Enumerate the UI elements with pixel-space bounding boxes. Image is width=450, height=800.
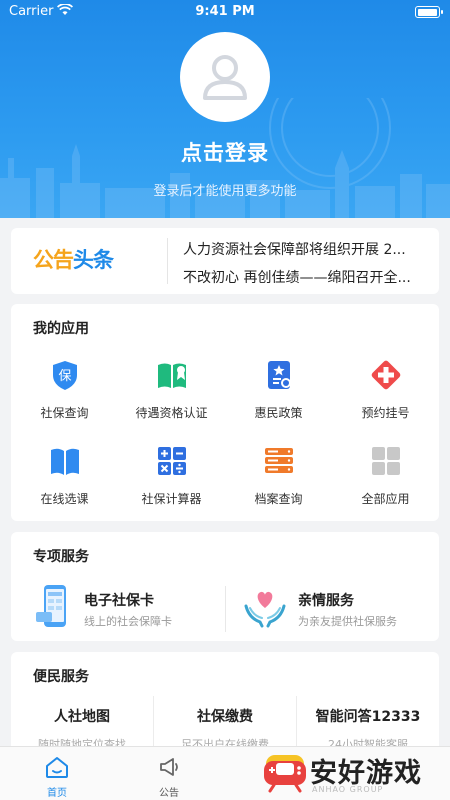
calculator-icon — [157, 447, 186, 475]
app-all-apps[interactable]: 全部应用 — [332, 444, 439, 507]
archive-icon — [264, 448, 293, 473]
phone-card-icon — [36, 585, 66, 627]
divider — [167, 238, 168, 284]
megaphone-icon — [160, 758, 178, 776]
special-services-card: 专项服务 电子社保卡 线上的社会保障卡 亲情服务 为亲友提供社保服务 — [11, 532, 439, 641]
notice-item[interactable]: 不改初心 再创佳绩——绵阳召开全... — [183, 267, 429, 287]
site-watermark: 安好游戏 ANHAO GROUP — [262, 747, 450, 800]
login-subtitle: 登录后才能使用更多功能 — [153, 184, 297, 199]
medical-cross-icon — [371, 360, 400, 390]
svg-text:保: 保 — [58, 369, 71, 384]
login-button[interactable]: 点击登录 — [0, 137, 450, 167]
section-title: 专项服务 — [33, 549, 89, 565]
family-service[interactable]: 亲情服务 为亲友提供社保服务 — [226, 578, 439, 632]
app-social-security-query[interactable]: 保 社保查询 — [11, 358, 118, 421]
app-social-security-calculator[interactable]: 社保计算器 — [118, 444, 225, 507]
status-bar: Carrier 9:41 PM — [0, 0, 450, 24]
tab-announcements[interactable]: 公告 — [139, 755, 199, 799]
e-social-security-card-service[interactable]: 电子社保卡 线上的社会保障卡 — [11, 578, 225, 632]
app-benefit-qualification[interactable]: 待遇资格认证 — [118, 358, 225, 421]
watermark-subtext: ANHAO GROUP — [312, 785, 384, 794]
app-appointment-registration[interactable]: 预约挂号 — [332, 358, 439, 421]
app-benefit-policy[interactable]: 惠民政策 — [225, 358, 332, 421]
section-title: 我的应用 — [33, 321, 89, 337]
home-icon — [46, 757, 68, 778]
game-controller-logo-icon — [264, 755, 306, 793]
header-banner: Carrier 9:41 PM 点击登录 登录后才能使用更多功能 — [0, 0, 450, 218]
open-book-icon — [50, 448, 79, 475]
app-online-courses[interactable]: 在线选课 — [11, 444, 118, 507]
my-apps-card: 我的应用 保 社保查询 待遇资格认证 惠民政策 预约挂号 在线选课 社保计算器 … — [11, 304, 439, 521]
notice-item[interactable]: 人力资源社会保障部将组织开展 2... — [183, 239, 429, 259]
app-archive-query[interactable]: 档案查询 — [225, 444, 332, 507]
battery-level — [417, 8, 437, 16]
user-silhouette-icon — [203, 55, 247, 100]
grid-icon — [371, 447, 400, 475]
policy-doc-icon — [267, 361, 291, 389]
tab-home[interactable]: 首页 — [27, 755, 87, 799]
shield-icon: 保 — [52, 361, 77, 390]
avatar[interactable] — [180, 32, 270, 122]
notice-headline-logo: 公告头条 — [33, 248, 114, 272]
section-title: 便民服务 — [33, 669, 89, 685]
heart-hands-icon — [244, 591, 286, 628]
status-time: 9:41 PM — [195, 4, 255, 19]
notice-card: 公告头条 人力资源社会保障部将组织开展 2... 不改初心 再创佳绩——绵阳召开… — [11, 228, 439, 294]
battery-icon — [415, 6, 443, 18]
book-icon — [157, 363, 186, 388]
